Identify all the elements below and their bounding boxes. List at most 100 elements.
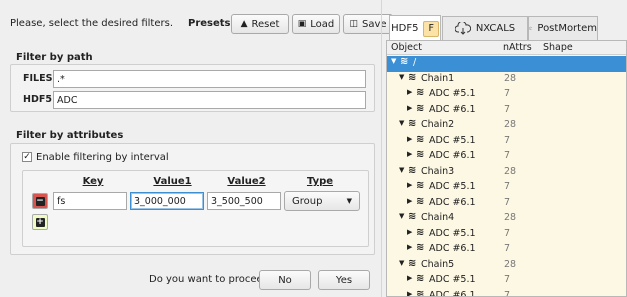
tree-group-item[interactable]: ▼ ≋ Chain3 28 [387, 165, 626, 181]
filter-badge: F [423, 20, 439, 37]
tree-item-nattrs: 7 [504, 103, 511, 115]
tree-item-nattrs: 7 [504, 196, 511, 208]
tree-item-name: ADC #5.1 [429, 227, 476, 239]
tab-postmortem[interactable]: PostMortem [528, 16, 598, 40]
broom-icon: ▲ [240, 18, 248, 29]
tree-item-nattrs: 28 [504, 165, 517, 177]
tree-dataset-item[interactable]: ▶ ≋ ADC #6.1 7 [387, 149, 626, 165]
remove-row-button[interactable]: − [32, 193, 48, 209]
tree-dataset-item[interactable]: ▶ ≋ ADC #5.1 7 [387, 133, 626, 150]
tree-dataset-item[interactable]: ▶ ≋ ADC #5.1 7 [387, 227, 626, 243]
presets-label: Presets [188, 18, 231, 29]
tree-header: Object nAttrs Shape [387, 41, 626, 55]
tree-item-name: ADC #5.1 [429, 274, 476, 285]
tree-item-name: / [413, 57, 417, 68]
column-header-key: Key [82, 176, 104, 187]
plus-icon: + [35, 216, 45, 227]
tree-item-name: Chain1 [421, 72, 455, 84]
tree-dataset-item[interactable]: ▶ ≋ ADC #6.1 7 [387, 242, 626, 258]
tree-item-name: ADC #5.1 [429, 134, 476, 146]
expand-arrow-right-icon[interactable]: ▶ [407, 88, 412, 96]
tree-item-name: ADC #6.1 [429, 150, 476, 161]
tree-item-nattrs: 7 [504, 134, 511, 146]
tree-dataset-item[interactable]: ▶ ≋ ADC #6.1 7 [387, 289, 626, 297]
layers-icon: ≋ [416, 149, 425, 160]
tree-dataset-item[interactable]: ▶ ≋ ADC #6.1 7 [387, 195, 626, 212]
value2-input[interactable]: 3_500_500 [207, 192, 281, 210]
reset-button-label: Reset [251, 18, 280, 30]
tree-item-nattrs: 7 [504, 227, 511, 239]
tree-item-nattrs: 7 [504, 181, 511, 192]
column-header-type: Type [306, 176, 334, 187]
expand-arrow-right-icon[interactable]: ▶ [407, 150, 412, 158]
cloud-download-icon [529, 26, 533, 30]
tree-item-name: ADC #6.1 [429, 289, 476, 297]
expand-arrow-right-icon[interactable]: ▶ [407, 290, 412, 297]
layers-icon: ≋ [408, 257, 417, 269]
filter-path-title: Filter by path [16, 52, 93, 63]
expand-arrow-down-icon[interactable]: ▼ [399, 166, 404, 174]
expand-arrow-right-icon[interactable]: ▶ [407, 181, 412, 189]
panel-divider [381, 0, 382, 297]
tree-group-item[interactable]: ▼ ≋ Chain5 28 [387, 257, 626, 274]
type-select[interactable]: Group ▼ [284, 191, 360, 211]
tree-group-item[interactable]: ▼ ≋ Chain1 28 [387, 72, 626, 88]
value1-input[interactable]: 3_000_000 [130, 192, 204, 210]
tree-item-name: Chain3 [421, 165, 455, 177]
minus-icon: − [35, 195, 45, 206]
layers-icon: ≋ [416, 133, 425, 145]
save-button-label: Save [361, 18, 387, 30]
expand-arrow-right-icon[interactable]: ▶ [407, 135, 412, 143]
tree-item-name: ADC #6.1 [429, 243, 476, 254]
reset-button[interactable]: ▲ Reset [231, 14, 289, 34]
tree-dataset-item[interactable]: ▶ ≋ ADC #5.1 7 [387, 180, 626, 196]
hdf5-input[interactable]: ADC [53, 91, 366, 109]
expand-arrow-down-icon[interactable]: ▼ [399, 73, 404, 81]
expand-arrow-right-icon[interactable]: ▶ [407, 104, 412, 112]
expand-arrow-down-icon[interactable]: ▼ [399, 259, 404, 267]
instruction-text: Please, select the desired filters. [10, 18, 173, 29]
layers-icon: ≋ [416, 102, 425, 114]
tree-dataset-item[interactable]: ▶ ≋ ADC #5.1 7 [387, 87, 626, 103]
tab-hdf5[interactable]: HDF5 F [389, 15, 441, 41]
expand-arrow-right-icon[interactable]: ▶ [407, 228, 412, 236]
expand-arrow-right-icon[interactable]: ▶ [407, 243, 412, 251]
layers-icon: ≋ [408, 118, 417, 129]
tree-group-item[interactable]: ▼ ≋ Chain2 28 [387, 118, 626, 134]
column-header-value2: Value2 [227, 176, 266, 187]
add-row-button[interactable]: + [32, 214, 48, 230]
expand-arrow-right-icon[interactable]: ▶ [407, 197, 412, 205]
save-button[interactable]: ◫ Save [343, 14, 393, 34]
expand-arrow-down-icon[interactable]: ▼ [391, 57, 396, 65]
no-button[interactable]: No [259, 270, 311, 290]
checkmark-icon: ✓ [23, 152, 31, 162]
files-input[interactable]: .* [53, 70, 366, 88]
tree-dataset-item[interactable]: ▶ ≋ ADC #5.1 7 [387, 273, 626, 289]
tree-item-nattrs: 28 [504, 212, 517, 223]
tab-hdf5-label: HDF5 [391, 23, 419, 34]
load-button[interactable]: ▣ Load [292, 14, 340, 34]
tree-group-item[interactable]: ▼ ≋ Chain4 28 [387, 211, 626, 227]
expand-arrow-right-icon[interactable]: ▶ [407, 274, 412, 282]
layers-icon: ≋ [400, 56, 409, 67]
type-select-value: Group [292, 195, 323, 207]
files-label: FILES [23, 73, 53, 84]
column-header-shape[interactable]: Shape [543, 42, 573, 53]
tab-nxcals[interactable]: NXCALS [442, 16, 528, 40]
tree-item-name: Chain2 [421, 119, 455, 130]
layers-icon: ≋ [416, 195, 425, 207]
tree-root-item[interactable]: ▼ ≋ / [387, 56, 626, 72]
yes-button[interactable]: Yes [318, 270, 370, 290]
enable-interval-checkbox[interactable]: ✓ [22, 152, 32, 162]
tree-dataset-item[interactable]: ▶ ≋ ADC #6.1 7 [387, 102, 626, 119]
key-input[interactable]: fs [53, 192, 127, 210]
expand-arrow-down-icon[interactable]: ▼ [399, 119, 404, 127]
expand-arrow-down-icon[interactable]: ▼ [399, 212, 404, 220]
column-header-value1: Value1 [153, 176, 192, 187]
hdf5-tree-view[interactable]: Object nAttrs Shape ▼ ≋ / ▼ ≋ Chain1 28 ▶ ≋ ADC #… [386, 40, 627, 297]
tree-item-nattrs: 7 [504, 243, 511, 254]
tree-item-name: ADC #5.1 [429, 181, 476, 192]
column-header-object[interactable]: Object [391, 42, 422, 53]
column-header-nattrs[interactable]: nAttrs [503, 42, 532, 53]
tree-item-nattrs: 28 [504, 258, 517, 270]
